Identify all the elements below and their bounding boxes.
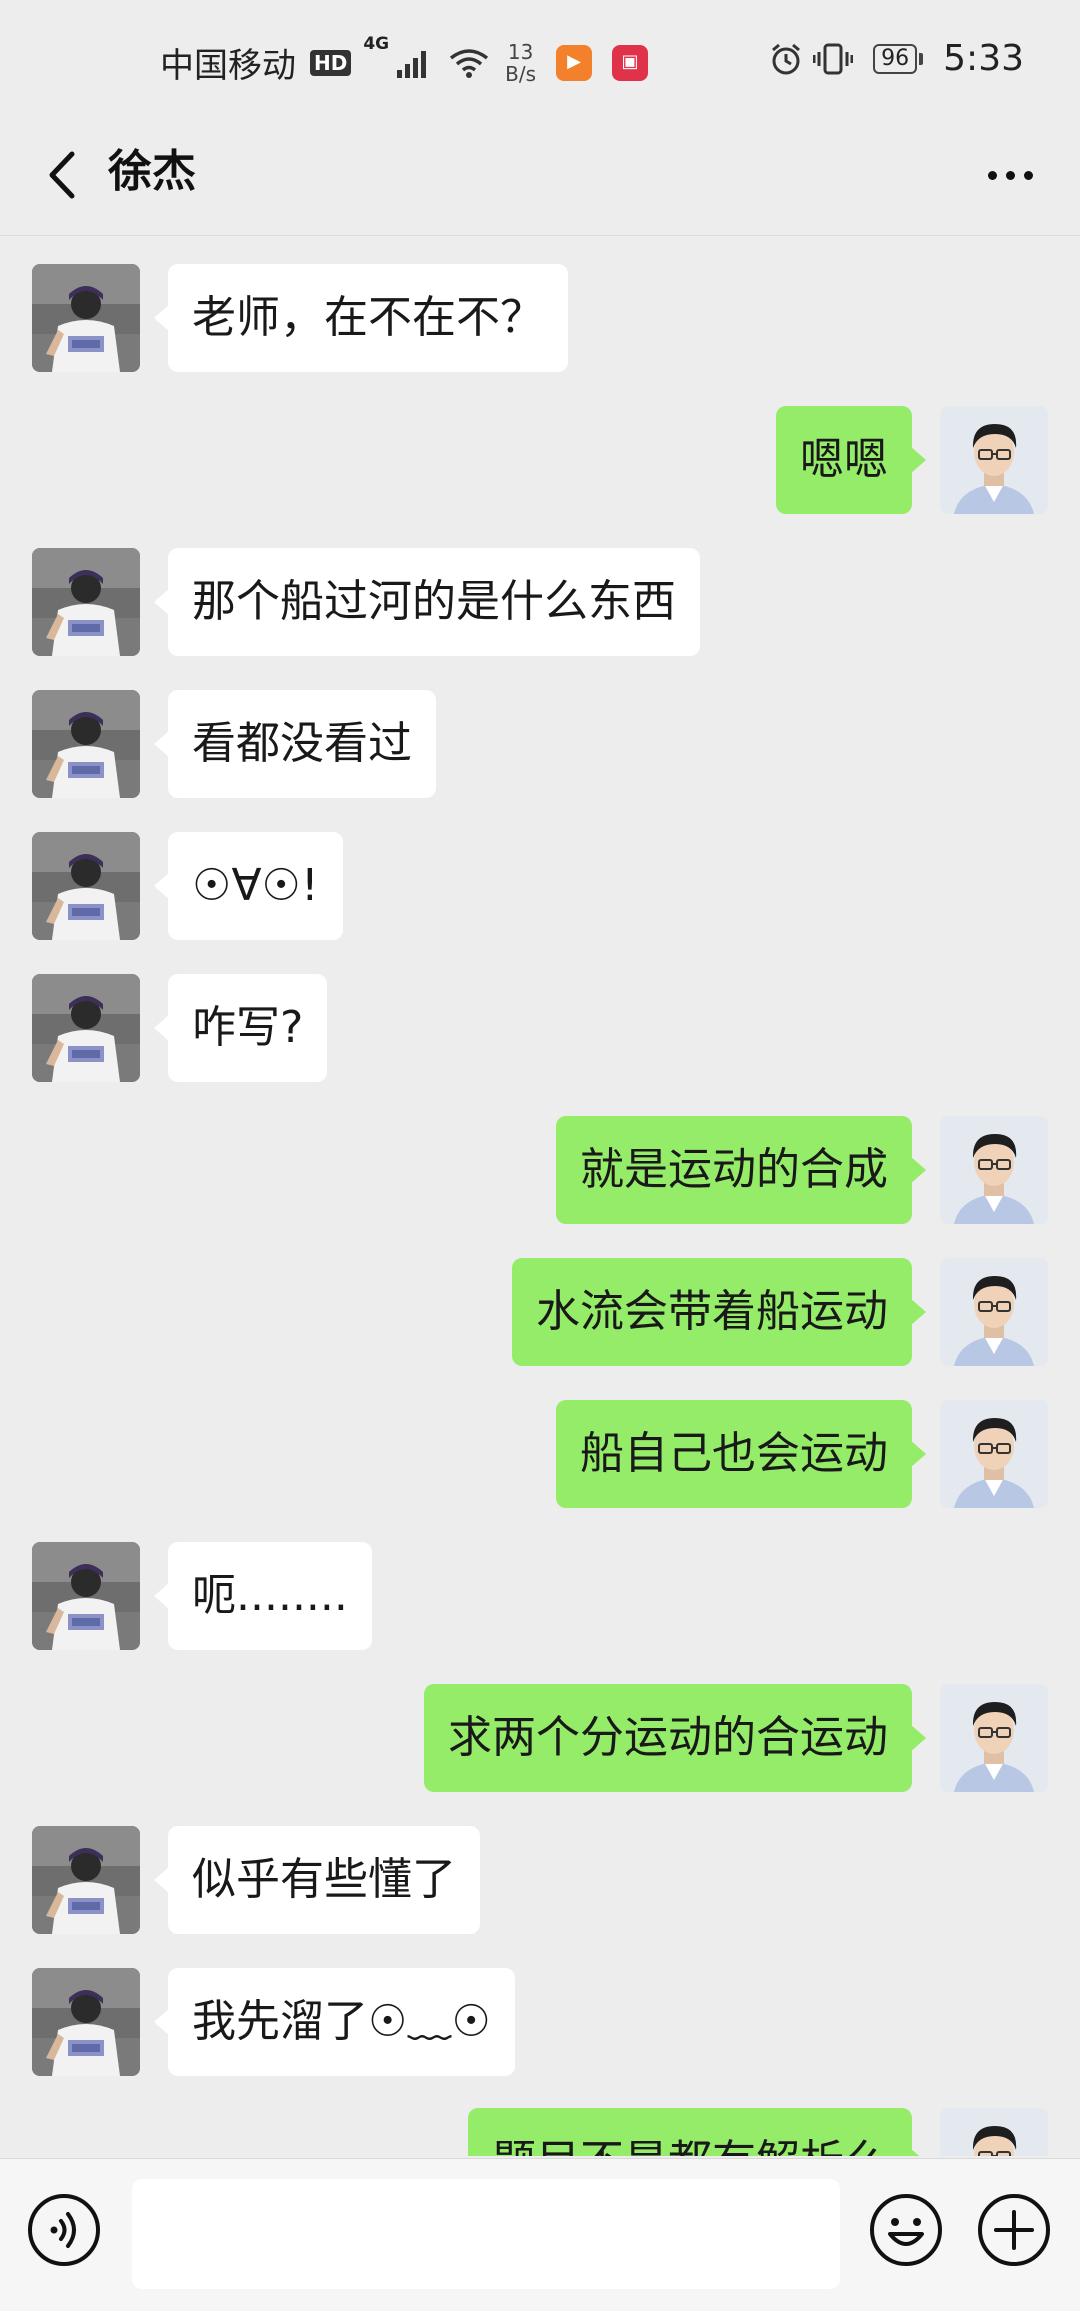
status-bar: 中国移动 HD 4G 13 B/s ▶ ▣ 96 5:33 [0, 0, 1080, 120]
my-avatar[interactable] [940, 1258, 1048, 1366]
message-row: 那个船过河的是什么东西 [0, 548, 1080, 658]
contact-avatar[interactable] [32, 690, 140, 798]
contact-avatar[interactable] [32, 1968, 140, 2076]
received-bubble[interactable]: 呃........ [154, 1542, 372, 1650]
more-dots-icon [1005, 170, 1015, 180]
carrier-name: 中国移动 [160, 46, 296, 86]
message-row: 就是运动的合成 [0, 1116, 1080, 1226]
battery-indicator: 96 [873, 43, 924, 74]
smiley-icon [870, 2194, 942, 2266]
chevron-left-icon [49, 151, 75, 199]
received-bubble[interactable]: ☉∀☉! [154, 832, 343, 940]
my-avatar[interactable] [940, 406, 1048, 514]
more-options-button[interactable] [970, 142, 1050, 208]
contact-avatar[interactable] [32, 974, 140, 1082]
hd-badge: HD [310, 49, 352, 76]
received-bubble[interactable]: 那个船过河的是什么东西 [154, 548, 700, 656]
video-app-icon: ▶ [556, 44, 593, 81]
network-type: 4G [363, 34, 390, 54]
message-row: 我先溜了☉﹏☉ [0, 1968, 1080, 2078]
more-functions-button[interactable] [976, 2192, 1052, 2268]
plus-icon [978, 2194, 1050, 2266]
wifi-icon [450, 48, 489, 78]
alarm-icon [772, 43, 801, 74]
sent-bubble[interactable]: 船自己也会运动 [556, 1400, 926, 1508]
my-avatar[interactable] [940, 1684, 1048, 1792]
received-bubble[interactable]: 看都没看过 [154, 690, 436, 798]
status-right: 96 5:33 [769, 38, 1024, 79]
contact-avatar[interactable] [32, 1542, 140, 1650]
message-input[interactable] [132, 2179, 840, 2289]
sent-bubble[interactable]: 嗯嗯 [776, 406, 926, 514]
message-row: 咋写? [0, 974, 1080, 1084]
contact-avatar[interactable] [32, 1826, 140, 1934]
my-avatar[interactable] [940, 2108, 1048, 2156]
speed-unit: B/s [505, 61, 537, 86]
message-row: 水流会带着船运动 [0, 1258, 1080, 1368]
sent-bubble[interactable]: 题目不是都有解析么 [468, 2108, 926, 2156]
my-avatar[interactable] [940, 1400, 1048, 1508]
contact-avatar[interactable] [32, 832, 140, 940]
shopping-app-icon: ▣ [612, 44, 649, 81]
message-row: 呃........ [0, 1542, 1080, 1652]
status-left: 中国移动 HD 4G 13 B/s ▶ ▣ [160, 34, 649, 87]
contact-avatar[interactable] [32, 264, 140, 372]
sent-bubble[interactable]: 求两个分运动的合运动 [424, 1684, 926, 1792]
message-list[interactable]: 老师，在不在不？ 嗯嗯 那个船过河的是什么东西 看都没看过 ☉∀☉! 咋写? 就… [0, 236, 1080, 2156]
contact-avatar[interactable] [32, 548, 140, 656]
input-bar [0, 2158, 1080, 2311]
more-dots-icon [987, 170, 997, 180]
received-bubble[interactable]: 咋写? [153, 974, 328, 1082]
voice-button[interactable] [26, 2192, 102, 2268]
message-row: 嗯嗯 [0, 406, 1080, 516]
message-row: 老师，在不在不？ [0, 264, 1080, 374]
emoji-button[interactable] [868, 2192, 944, 2268]
chat-header: 徐杰 [0, 120, 1080, 236]
message-row: 看都没看过 [0, 690, 1080, 800]
message-row: ☉∀☉! [0, 832, 1080, 942]
network-speed: 13 B/s [505, 41, 536, 85]
received-bubble[interactable]: 我先溜了☉﹏☉ [154, 1968, 515, 2076]
back-button[interactable] [30, 140, 100, 210]
my-avatar[interactable] [940, 1116, 1048, 1224]
vibrate-icon [813, 43, 854, 74]
sent-bubble[interactable]: 就是运动的合成 [556, 1116, 926, 1224]
contact-name: 徐杰 [108, 146, 196, 197]
signal-icon [397, 50, 427, 78]
sent-bubble[interactable]: 水流会带着船运动 [512, 1258, 926, 1366]
voice-icon [28, 2194, 100, 2266]
clock: 5:33 [943, 38, 1024, 79]
message-row: 求两个分运动的合运动 [0, 1684, 1080, 1794]
received-bubble[interactable]: 似乎有些懂了 [154, 1826, 480, 1934]
message-row: 似乎有些懂了 [0, 1826, 1080, 1936]
message-row: 题目不是都有解析么 [0, 2108, 1080, 2156]
message-row: 船自己也会运动 [0, 1400, 1080, 1510]
more-dots-icon [1023, 170, 1033, 180]
speed-value: 13 [507, 39, 534, 64]
received-bubble[interactable]: 老师，在不在不？ [154, 264, 568, 372]
